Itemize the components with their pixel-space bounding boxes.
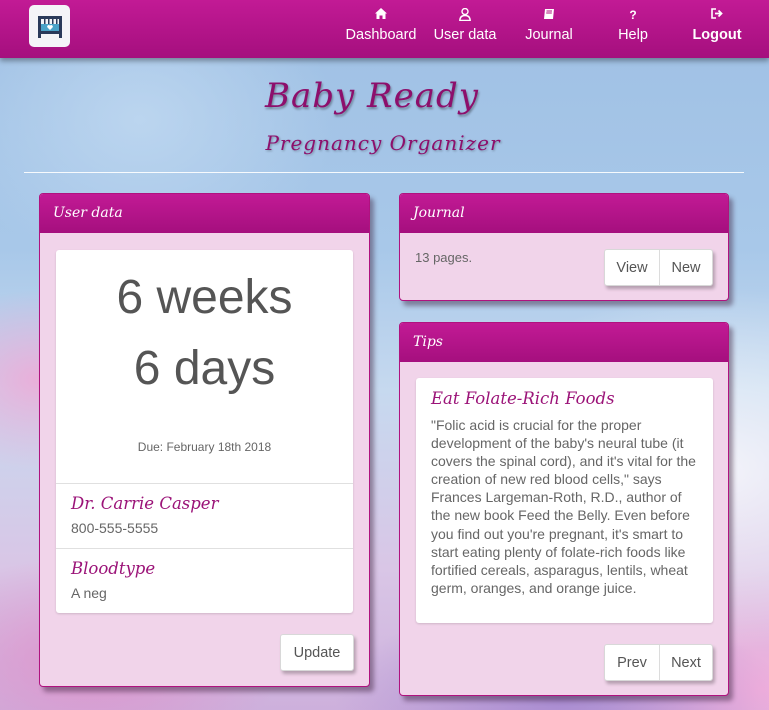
- journal-panel: Journal 13 pages. View New: [399, 193, 729, 301]
- nav-journal-label: Journal: [525, 27, 573, 43]
- top-navbar: Dashboard User data Journal ? Help Logou…: [0, 0, 769, 58]
- nav-dashboard[interactable]: Dashboard: [345, 8, 417, 48]
- nav-logout[interactable]: Logout: [692, 8, 742, 48]
- header-divider: [24, 172, 744, 173]
- nav-user-data-label: User data: [433, 27, 497, 43]
- user-data-panel: User data 6 weeks 6 days Due: February 1…: [39, 193, 370, 687]
- tip-card: Eat Folate-Rich Foods "Folic acid is cru…: [416, 378, 713, 623]
- doctor-phone: 800-555-5555: [71, 520, 159, 536]
- tip-title: Eat Folate-Rich Foods: [431, 389, 615, 408]
- tips-panel: Tips Eat Folate-Rich Foods "Folic acid i…: [399, 322, 729, 696]
- weeks-count: 6 weeks: [116, 271, 293, 324]
- journal-view-button[interactable]: View: [605, 250, 659, 285]
- nav-help-label: Help: [618, 27, 648, 43]
- journal-button-group: View New: [604, 249, 713, 286]
- nav-journal[interactable]: Journal: [522, 8, 576, 48]
- journal-panel-title: Journal: [400, 194, 728, 233]
- home-icon: [345, 8, 417, 22]
- logo[interactable]: [29, 5, 70, 47]
- tip-body: "Folic acid is crucial for the proper de…: [431, 417, 696, 596]
- journal-new-button[interactable]: New: [658, 250, 712, 285]
- nav-dashboard-label: Dashboard: [345, 27, 417, 43]
- tips-next-button[interactable]: Next: [658, 645, 712, 680]
- logout-icon: [692, 8, 742, 22]
- tips-prev-button[interactable]: Prev: [605, 645, 659, 680]
- journal-page-count: 13 pages.: [415, 250, 473, 265]
- tips-panel-title: Tips: [400, 323, 728, 362]
- pregnancy-summary-card: 6 weeks 6 days Due: February 18th 2018 D…: [56, 250, 353, 613]
- nav-user-data[interactable]: User data: [432, 7, 498, 48]
- days-count: 6 days: [133, 342, 276, 395]
- tips-pagination: Prev Next: [604, 644, 713, 681]
- bloodtype-value: A neg: [71, 585, 107, 601]
- user-icon: [432, 7, 498, 22]
- card-divider: [56, 548, 353, 549]
- question-icon: ?: [629, 8, 637, 22]
- doctor-name: Dr. Carrie Casper: [71, 494, 219, 513]
- bloodtype-label: Bloodtype: [71, 559, 156, 578]
- page-title: Baby Ready: [265, 76, 479, 116]
- crib-icon: [37, 16, 62, 38]
- book-icon: [522, 8, 576, 22]
- user-data-panel-title: User data: [40, 194, 369, 233]
- page-subtitle: Pregnancy Organizer: [265, 131, 501, 155]
- update-button[interactable]: Update: [280, 634, 354, 671]
- card-divider: [56, 483, 353, 484]
- nav-help[interactable]: ? Help: [614, 8, 652, 48]
- update-button-label: Update: [293, 644, 341, 661]
- due-date: Due: February 18th 2018: [137, 440, 272, 454]
- nav-logout-label: Logout: [692, 27, 742, 43]
